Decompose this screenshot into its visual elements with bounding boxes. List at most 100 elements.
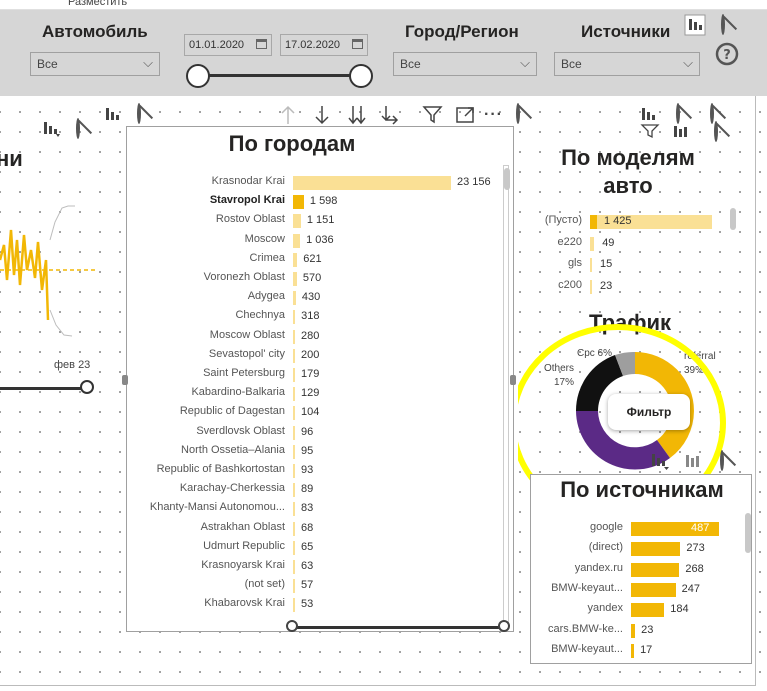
city-bar[interactable] xyxy=(293,560,295,574)
city-bar[interactable] xyxy=(293,272,297,286)
chart-type-icon[interactable] xyxy=(672,122,694,140)
help-icon[interactable]: ? xyxy=(715,42,739,66)
prohibit-icon[interactable] xyxy=(721,14,725,35)
car-filter-dropdown[interactable]: Все ⌵ xyxy=(30,52,160,76)
city-bar-row[interactable]: Krasnodar Krai 23 156 xyxy=(127,173,507,192)
source-bar[interactable] xyxy=(631,643,635,658)
city-bar-row[interactable]: Saint Petersburg 179 xyxy=(127,365,507,384)
city-bar[interactable] xyxy=(293,195,304,210)
city-bar-row[interactable]: Adygea 430 xyxy=(127,288,507,307)
sources-visual[interactable]: По источникам google 487 (direct) 273 yandex… xyxy=(530,474,752,664)
city-bar-row[interactable]: Republic of Bashkortostan 93 xyxy=(127,461,507,480)
left-slider-handle[interactable] xyxy=(80,380,94,394)
focus-mode-icon[interactable] xyxy=(42,118,62,138)
drill-up-icon[interactable] xyxy=(278,104,298,126)
drill-down-icon[interactable] xyxy=(312,104,332,126)
source-bar[interactable] xyxy=(631,623,636,638)
city-bar[interactable] xyxy=(293,598,295,613)
prohibit-icon[interactable] xyxy=(710,103,714,124)
more-options-icon[interactable]: ··· xyxy=(484,106,503,124)
source-bar-row[interactable]: yandex 184 xyxy=(531,600,741,619)
sources-scrollbar-thumb[interactable] xyxy=(745,513,751,553)
arrange-menu[interactable]: Разместить xyxy=(68,0,127,8)
focus-icon[interactable] xyxy=(455,104,477,126)
date-slider-end-handle[interactable] xyxy=(349,64,373,88)
city-bar[interactable] xyxy=(293,291,296,306)
focus-mode-icon[interactable] xyxy=(640,104,662,124)
calendar-icon[interactable] xyxy=(256,39,267,49)
city-bar[interactable] xyxy=(293,176,451,190)
expand-next-icon[interactable] xyxy=(380,104,402,126)
filter-visual-icon[interactable] xyxy=(640,122,662,140)
resize-handle-left[interactable] xyxy=(122,375,128,385)
source-bar-row[interactable]: yandex.ru 268 xyxy=(531,560,741,579)
source-bar-row[interactable]: (direct) 273 xyxy=(531,539,741,558)
cities-scrollbar[interactable] xyxy=(503,165,510,625)
source-bar[interactable] xyxy=(631,603,665,618)
prohibit-icon[interactable] xyxy=(676,103,680,124)
city-bar-row[interactable]: Sevastopol' city 200 xyxy=(127,346,507,365)
date-to-input[interactable]: 17.02.2020 xyxy=(280,34,368,56)
model-bar[interactable] xyxy=(590,258,592,272)
model-bar-row[interactable]: c200 23 xyxy=(530,277,730,296)
city-bar[interactable] xyxy=(293,425,295,440)
city-bar-row[interactable]: Astrakhan Oblast 68 xyxy=(127,519,507,538)
cities-h-scroll-start[interactable] xyxy=(286,620,298,632)
model-bar[interactable] xyxy=(590,236,595,251)
city-bar-row[interactable]: Karachay-Cherkessia 89 xyxy=(127,480,507,499)
city-bar[interactable] xyxy=(293,233,301,248)
city-bar-row[interactable]: Chechnya 318 xyxy=(127,307,507,326)
city-bar-row[interactable]: Republic of Dagestan 104 xyxy=(127,403,507,422)
chart-type-icon[interactable] xyxy=(684,450,706,472)
city-bar[interactable] xyxy=(293,348,295,363)
city-bar[interactable] xyxy=(293,444,295,459)
date-from-input[interactable]: 01.01.2020 xyxy=(184,34,272,56)
models-scrollbar[interactable] xyxy=(730,208,736,302)
expand-all-icon[interactable] xyxy=(346,104,368,126)
city-bar[interactable] xyxy=(293,540,295,555)
city-bar-row[interactable]: Rostov Oblast 1 151 xyxy=(127,211,507,230)
resize-handle-right[interactable] xyxy=(510,375,516,385)
sources-filter-dropdown[interactable]: Все ⌵ xyxy=(554,52,700,76)
cities-scrollbar-thumb[interactable] xyxy=(504,168,510,190)
prohibit-icon[interactable] xyxy=(76,118,80,139)
city-bar[interactable] xyxy=(293,521,295,536)
city-bar-row[interactable]: Kabardino-Balkaria 129 xyxy=(127,384,507,403)
date-slider-start-handle[interactable] xyxy=(186,64,210,88)
focus-mode-icon[interactable] xyxy=(650,450,672,472)
source-bar-row[interactable]: google 487 xyxy=(531,519,741,538)
focus-mode-icon[interactable] xyxy=(684,14,706,36)
source-bar-row[interactable]: BMW-keyaut... 247 xyxy=(531,580,741,599)
source-bar[interactable] xyxy=(631,562,680,577)
city-bar-row[interactable]: Khabarovsk Krai 53 xyxy=(127,595,507,614)
model-bar-row[interactable]: (Пусто) 1 425 xyxy=(530,212,730,231)
city-bar-row[interactable]: Krasnoyarsk Krai 63 xyxy=(127,557,507,576)
focus-mode-icon[interactable] xyxy=(104,104,124,124)
city-bar[interactable] xyxy=(293,214,301,229)
city-bar[interactable] xyxy=(293,464,295,478)
prohibit-icon[interactable] xyxy=(137,103,141,124)
city-bar-row[interactable]: Moscow Oblast 280 xyxy=(127,327,507,346)
model-bar[interactable] xyxy=(590,279,592,294)
prohibit-icon[interactable] xyxy=(714,121,718,142)
source-bar-row[interactable]: BMW-keyaut... 17 xyxy=(531,641,741,660)
prohibit-icon[interactable] xyxy=(516,103,520,124)
source-bar-row[interactable]: cars.BMW-ke... 23 xyxy=(531,621,741,640)
model-bar-row[interactable]: gls 15 xyxy=(530,255,730,274)
cities-visual[interactable]: По городам Krasnodar Krai 23 156 Stavropol… xyxy=(126,126,514,632)
city-bar[interactable] xyxy=(293,579,295,594)
city-bar[interactable] xyxy=(293,329,295,344)
city-filter-dropdown[interactable]: Все ⌵ xyxy=(393,52,537,76)
cities-h-scroll-end[interactable] xyxy=(498,620,510,632)
city-bar[interactable] xyxy=(293,483,295,498)
city-bar-row[interactable]: Crimea 621 xyxy=(127,250,507,269)
city-bar[interactable] xyxy=(293,310,296,325)
model-bar-row[interactable]: e220 49 xyxy=(530,234,730,253)
city-bar-row[interactable]: Voronezh Oblast 570 xyxy=(127,269,507,288)
calendar-icon[interactable] xyxy=(352,39,363,49)
city-bar-row[interactable]: Moscow 1 036 xyxy=(127,231,507,250)
city-bar-row[interactable]: Khanty-Mansi Autonomou... 83 xyxy=(127,499,507,518)
source-bar[interactable] xyxy=(631,582,676,597)
city-bar-row[interactable]: (not set) 57 xyxy=(127,576,507,595)
prohibit-icon[interactable] xyxy=(720,450,724,471)
